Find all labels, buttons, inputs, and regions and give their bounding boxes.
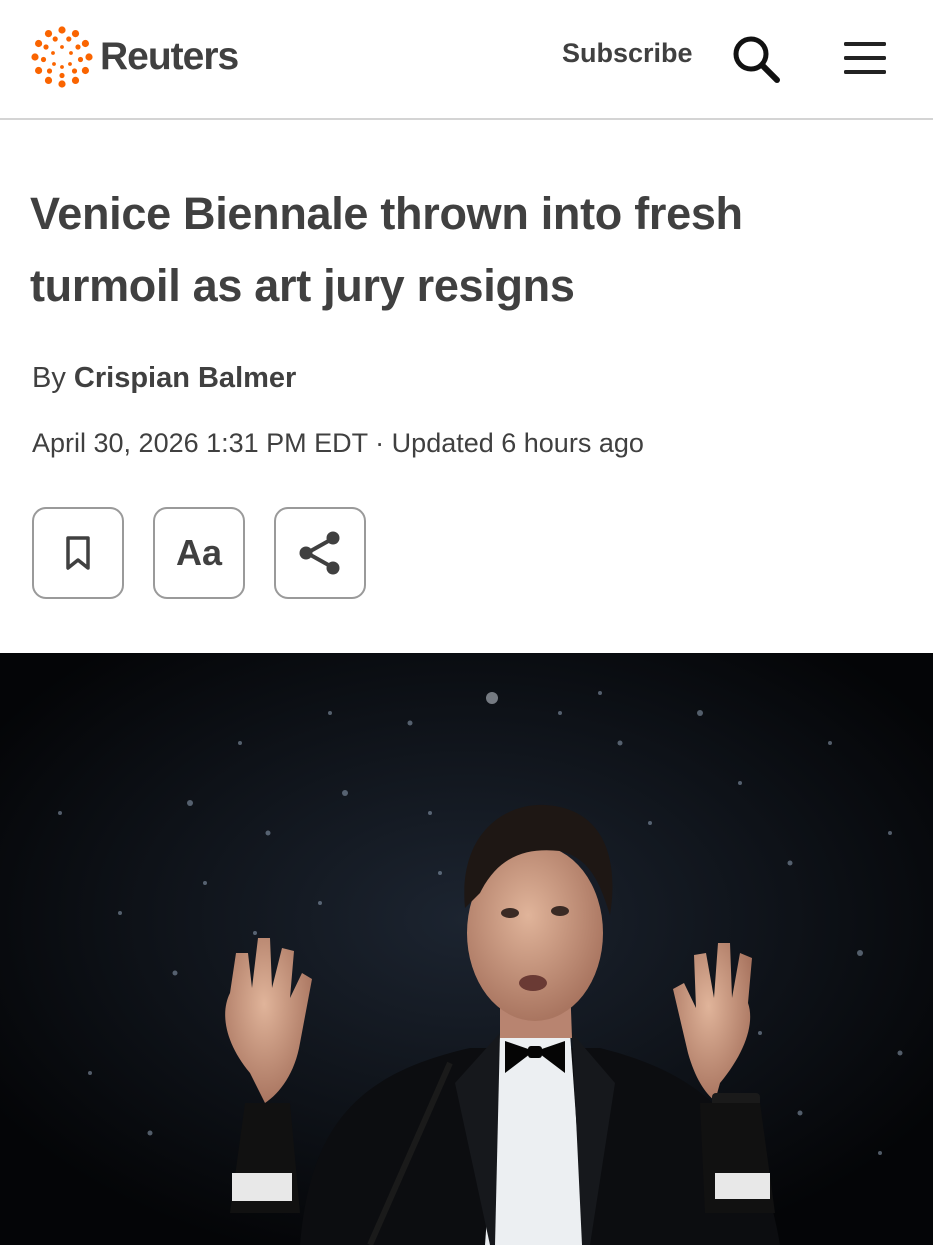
font-size-label: Aa <box>175 532 223 573</box>
site-header: Reuters Subscribe <box>0 0 933 120</box>
author-link[interactable]: Crispian Balmer <box>74 362 296 394</box>
search-icon[interactable] <box>730 33 782 85</box>
byline: By Crispian Balmer <box>32 362 296 395</box>
hero-photo <box>0 653 933 1245</box>
reuters-logo-icon <box>31 26 93 88</box>
article-headline: Venice Biennale thrown into fresh turmoi… <box>30 178 890 322</box>
bookmark-button[interactable] <box>32 507 124 599</box>
font-size-button[interactable]: Aa <box>153 507 245 599</box>
subscribe-link[interactable]: Subscribe <box>562 38 693 69</box>
headline-line-1: Venice Biennale thrown into fresh <box>30 188 743 239</box>
headline-line-2: turmoil as art jury resigns <box>30 260 575 311</box>
brand-name: Reuters <box>100 35 239 78</box>
bookmark-icon <box>66 536 90 570</box>
reuters-logo[interactable]: Reuters <box>30 25 239 89</box>
share-icon <box>299 531 340 575</box>
byline-prefix: By <box>32 362 66 394</box>
photo-man-in-tuxedo-on-stage <box>0 653 933 1245</box>
hamburger-menu-icon[interactable] <box>842 38 888 78</box>
share-button[interactable] <box>274 507 366 599</box>
dateline: April 30, 2026 1:31 PM EDT · Updated 6 h… <box>32 428 644 458</box>
